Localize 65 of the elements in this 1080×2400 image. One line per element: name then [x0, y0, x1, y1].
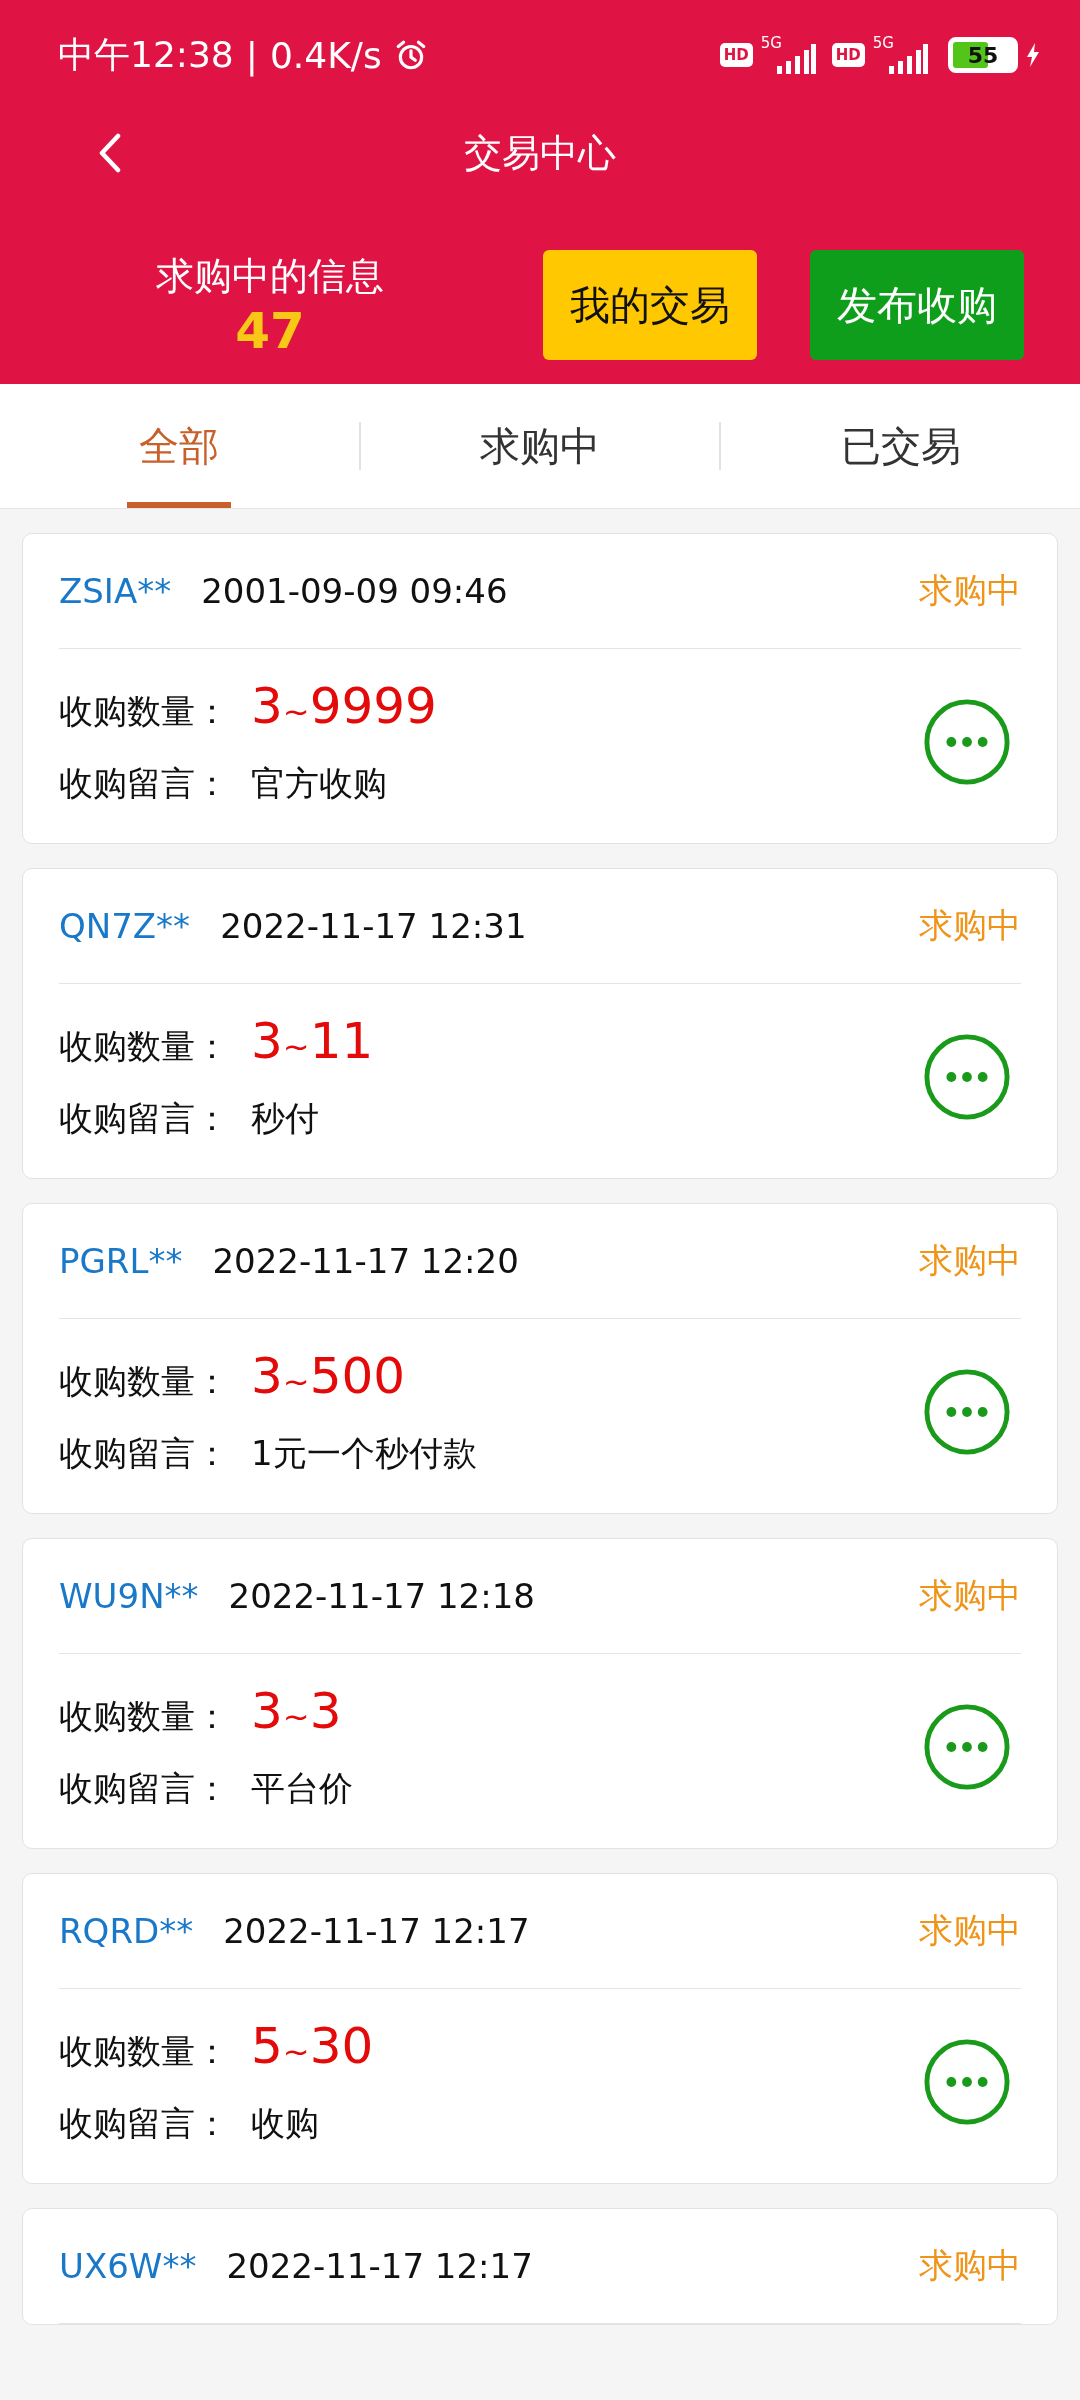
order-status: 求购中 [919, 1239, 1021, 1282]
message-label: 收购留言： [59, 1767, 230, 1810]
message-text: 1元一个秒付款 [251, 1432, 477, 1475]
network-speed: 0.4K/s [269, 34, 382, 76]
quantity-label: 收购数量： [59, 1025, 230, 1068]
message-label: 收购留言： [59, 2102, 230, 2145]
message-text: 官方收购 [251, 762, 387, 805]
more-icon[interactable] [923, 1703, 1011, 1791]
order-time: 2022-11-17 12:17 [226, 2246, 533, 2286]
quantity-label: 收购数量： [59, 1360, 230, 1403]
order-card[interactable]: QN7Z** 2022-11-17 12:31 求购中 收购数量： 3~11 收购留言： 秒付 [22, 868, 1058, 1179]
header-button[interactable]: 发布收购 [810, 250, 1024, 360]
more-icon[interactable] [923, 2038, 1011, 2126]
more-icon[interactable] [923, 698, 1011, 786]
clock-time: 中午12:38 [58, 32, 234, 77]
quantity-range: 3~500 [251, 1347, 406, 1405]
order-status: 求购中 [919, 569, 1021, 612]
message-text: 收购 [251, 2102, 319, 2145]
quantity-label: 收购数量： [59, 690, 230, 733]
quantity-range: 3~11 [251, 1012, 374, 1070]
order-card[interactable]: PGRL** 2022-11-17 12:20 求购中 收购数量： 3~500 收购留言： 1元一个秒付款 [22, 1203, 1058, 1514]
user-name: WU9N** [59, 1576, 199, 1616]
order-card[interactable]: ZSIA** 2001-09-09 09:46 求购中 收购数量： 3~9999 收购留言： 官方收购 [22, 533, 1058, 844]
hd-badge: HD [719, 43, 753, 67]
tab[interactable]: 全部 [127, 384, 232, 508]
user-name: QN7Z** [59, 906, 191, 946]
order-time: 2022-11-17 12:20 [212, 1241, 519, 1281]
quantity-range: 5~30 [251, 2017, 374, 2075]
message-label: 收购留言： [59, 762, 230, 805]
quantity-range: 3~3 [251, 1682, 342, 1740]
message-label: 收购留言： [59, 1432, 230, 1475]
quantity-label: 收购数量： [59, 1695, 230, 1738]
quantity-label: 收购数量： [59, 2030, 230, 2073]
tab[interactable]: 已交易 [828, 384, 973, 508]
message-label: 收购留言： [59, 1097, 230, 1140]
message-text: 秒付 [251, 1097, 319, 1140]
order-time: 2001-09-09 09:46 [201, 571, 508, 611]
counter-label: 求购中的信息 [156, 252, 384, 300]
network-type: 5G [760, 34, 782, 52]
user-name: UX6W** [59, 2246, 197, 2286]
more-icon[interactable] [923, 1033, 1011, 1121]
order-status: 求购中 [919, 2244, 1021, 2287]
order-status: 求购中 [919, 1909, 1021, 1952]
back-icon[interactable] [98, 133, 122, 173]
user-name: RQRD** [59, 1911, 194, 1951]
hd-badge: HD [831, 43, 865, 67]
order-time: 2022-11-17 12:18 [228, 1576, 535, 1616]
separator: | [245, 34, 258, 76]
user-name: PGRL** [59, 1241, 183, 1281]
order-time: 2022-11-17 12:17 [223, 1911, 530, 1951]
order-time: 2022-11-17 12:31 [220, 906, 527, 946]
more-icon[interactable] [923, 1368, 1011, 1456]
order-card[interactable]: WU9N** 2022-11-17 12:18 求购中 收购数量： 3~3 收购留言： 平台价 [22, 1538, 1058, 1849]
counter-value: 47 [235, 301, 305, 360]
network-type: 5G [872, 34, 894, 52]
header-button[interactable]: 我的交易 [543, 250, 757, 360]
message-text: 平台价 [251, 1767, 353, 1810]
order-card[interactable]: RQRD** 2022-11-17 12:17 求购中 收购数量： 5~30 收购留言： 收购 [22, 1873, 1058, 2184]
quantity-range: 3~9999 [251, 677, 437, 735]
order-card[interactable]: UX6W** 2022-11-17 12:17 求购中 [22, 2208, 1058, 2325]
page-title: 交易中心 [464, 129, 616, 177]
order-status: 求购中 [919, 904, 1021, 947]
tab[interactable]: 求购中 [468, 384, 612, 508]
user-name: ZSIA** [59, 571, 172, 611]
order-status: 求购中 [919, 1574, 1021, 1617]
